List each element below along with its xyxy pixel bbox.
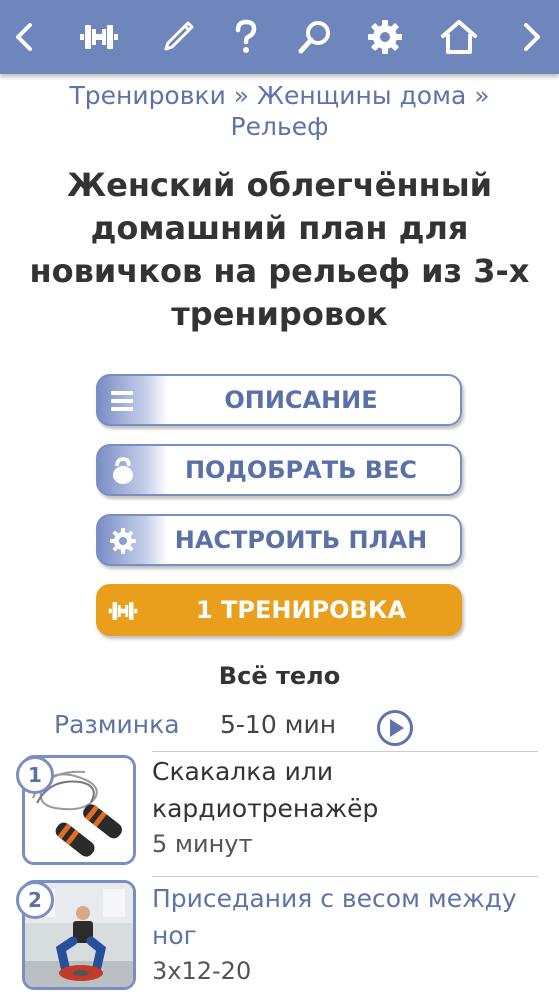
configure-plan-button-label: НАСТРОИТЬ ПЛАН xyxy=(174,526,428,554)
breadcrumb-link-relief[interactable]: Рельеф xyxy=(231,112,329,141)
exercise-2-number: 2 xyxy=(16,881,54,919)
breadcrumb: Тренировки » Женщины дома » Рельеф xyxy=(20,80,539,142)
chevron-right-icon[interactable] xyxy=(508,14,554,60)
exercise-2-name-line2: ног xyxy=(152,921,197,950)
breadcrumb-separator: » xyxy=(225,81,258,110)
kettlebell-icon xyxy=(113,457,133,484)
home-icon[interactable] xyxy=(436,14,482,60)
pen-icon[interactable] xyxy=(155,14,201,60)
description-button-label: ОПИСАНИЕ xyxy=(224,386,378,414)
divider xyxy=(152,876,538,877)
breadcrumb-separator: » xyxy=(466,81,490,110)
breadcrumb-link-women-home[interactable]: Женщины дома xyxy=(257,81,466,110)
gear-icon[interactable] xyxy=(362,14,408,60)
dumbbell-icon xyxy=(108,602,138,620)
search-icon[interactable] xyxy=(292,14,338,60)
description-button[interactable]: ОПИСАНИЕ xyxy=(96,374,462,426)
gear-icon xyxy=(110,528,136,554)
warmup-link[interactable]: Разминка xyxy=(54,710,180,739)
pick-weight-button-label: ПОДОБРАТЬ ВЕС xyxy=(184,456,418,484)
exercise-1-name-line2: кардиотренажёр xyxy=(152,794,379,823)
exercise-1-detail: 5 минут xyxy=(152,830,253,858)
exercise-2-name-line1: Приседания с весом между xyxy=(152,884,517,913)
top-toolbar xyxy=(0,0,559,74)
exercise-1-name-line1: Скакалка или xyxy=(152,757,334,786)
exercise-1-name: Скакалка или кардиотренажёр xyxy=(152,753,542,827)
exercise-1-number: 1 xyxy=(16,756,54,794)
chevron-left-icon[interactable] xyxy=(2,14,48,60)
warmup-time: 5-10 мин xyxy=(220,710,337,739)
exercise-2-detail: 3x12-20 xyxy=(152,957,252,985)
breadcrumb-link-workouts[interactable]: Тренировки xyxy=(69,81,225,110)
exercise-2-name[interactable]: Приседания с весом между ног xyxy=(152,880,542,954)
configure-plan-button[interactable]: НАСТРОИТЬ ПЛАН xyxy=(96,514,462,566)
play-icon[interactable] xyxy=(376,709,414,747)
dumbbell-icon[interactable] xyxy=(76,14,122,60)
help-icon[interactable] xyxy=(223,14,269,60)
pick-weight-button[interactable]: ПОДОБРАТЬ ВЕС xyxy=(96,444,462,496)
section-title: Всё тело xyxy=(218,662,341,690)
workout-1-button-label: 1 ТРЕНИРОВКА xyxy=(195,596,407,624)
divider xyxy=(152,751,538,752)
menu-icon xyxy=(111,391,133,411)
page-title: Женский облегчённый домашний план для но… xyxy=(29,166,530,333)
workout-1-button[interactable]: 1 ТРЕНИРОВКА xyxy=(96,584,462,636)
